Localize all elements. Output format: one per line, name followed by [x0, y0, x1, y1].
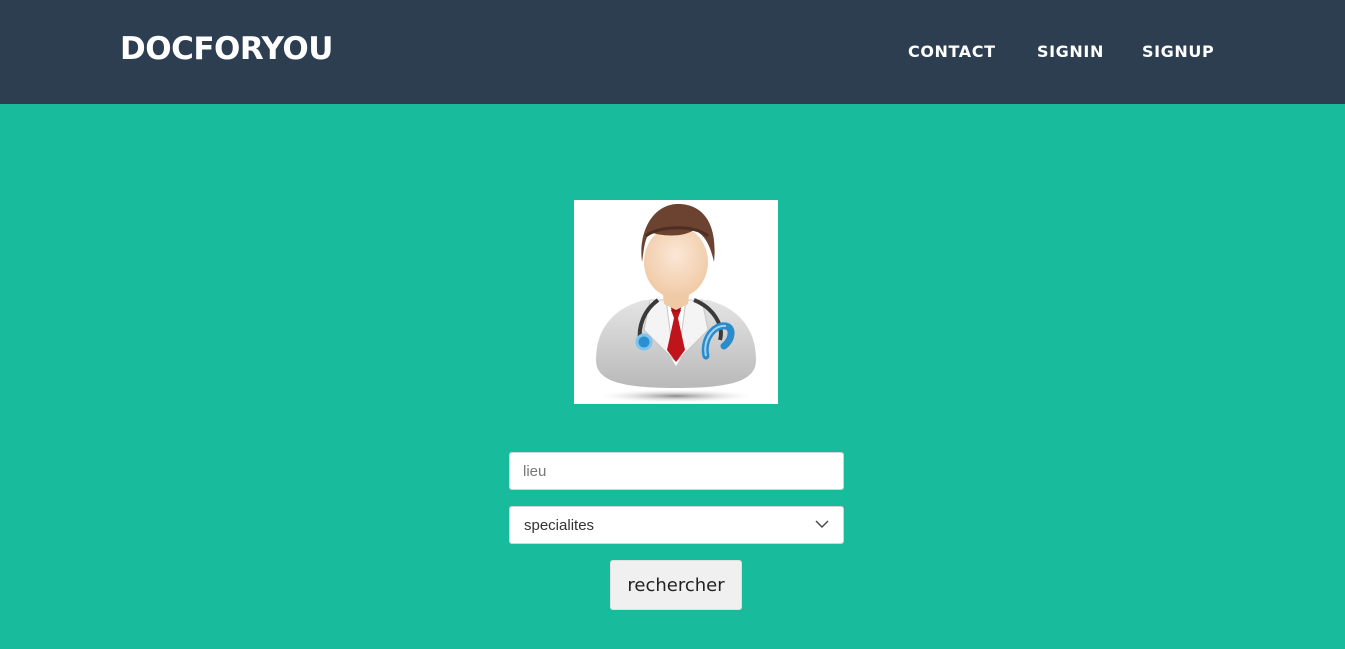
nav-link-signin[interactable]: SIGNIN: [1037, 42, 1104, 61]
chevron-down-icon: [815, 520, 829, 528]
specialite-select-value: specialites: [524, 517, 595, 534]
navbar: DOCFORYOU CONTACT SIGNIN SIGNUP: [0, 0, 1345, 104]
doctor-avatar-svg: [592, 204, 760, 403]
specialite-select[interactable]: specialites: [509, 506, 844, 544]
doctor-avatar-icon: [574, 200, 778, 404]
brand-logo[interactable]: DOCFORYOU: [120, 31, 333, 67]
search-button[interactable]: rechercher: [610, 560, 742, 610]
nav-link-signup[interactable]: SIGNUP: [1142, 42, 1214, 61]
nav-link-contact[interactable]: CONTACT: [908, 42, 996, 61]
lieu-input[interactable]: [509, 452, 844, 490]
